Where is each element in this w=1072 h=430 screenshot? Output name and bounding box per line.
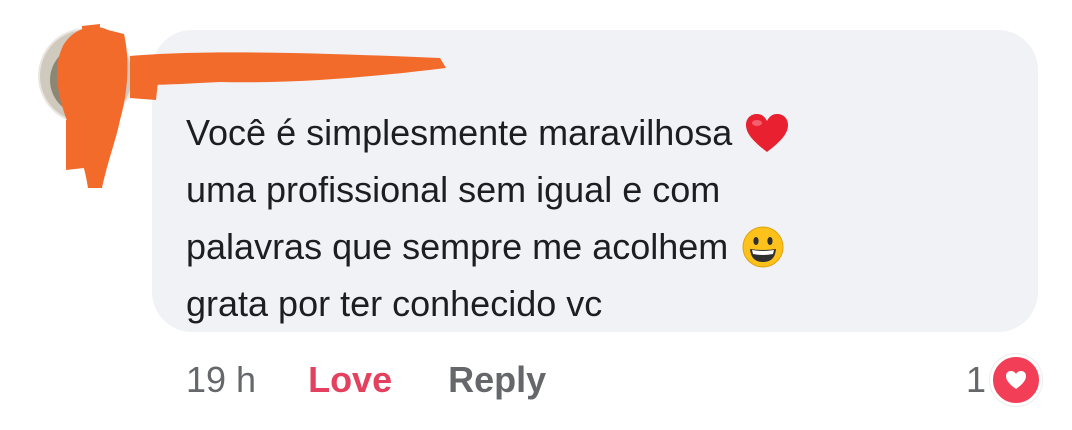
comment-line-4: grata por ter conhecido vc: [186, 275, 1006, 332]
comment-line-text: grata por ter conhecido vc: [186, 283, 603, 324]
reaction-summary[interactable]: 1: [965, 354, 1042, 406]
avatar-photo: [50, 44, 124, 116]
grinning-face-emoji-icon: [742, 226, 784, 267]
avatar[interactable]: [38, 28, 134, 124]
comment-line-text: palavras que sempre me acolhem: [186, 226, 729, 267]
comment-line-2: uma profissional sem igual e com: [186, 161, 1006, 218]
comment-actions: 19 h Love Reply: [186, 356, 546, 404]
timestamp[interactable]: 19 h: [186, 359, 256, 401]
reply-button[interactable]: Reply: [448, 359, 546, 401]
author-name[interactable]: [300, 56, 410, 76]
comment-line-text: Você é simplesmente maravilhosa: [186, 112, 733, 153]
comment-line-text: uma profissional sem igual e com: [186, 169, 721, 210]
comment-line-3: palavras que sempre me acolhem: [186, 218, 1006, 275]
love-button[interactable]: Love: [308, 359, 392, 401]
love-reaction-icon: [990, 354, 1042, 406]
reaction-count: 1: [965, 359, 986, 400]
red-heart-emoji-icon: [746, 113, 789, 152]
comment-text: Você é simplesmente maravilhosa uma prof…: [186, 104, 1006, 332]
comment-line-1: Você é simplesmente maravilhosa: [186, 104, 1006, 161]
